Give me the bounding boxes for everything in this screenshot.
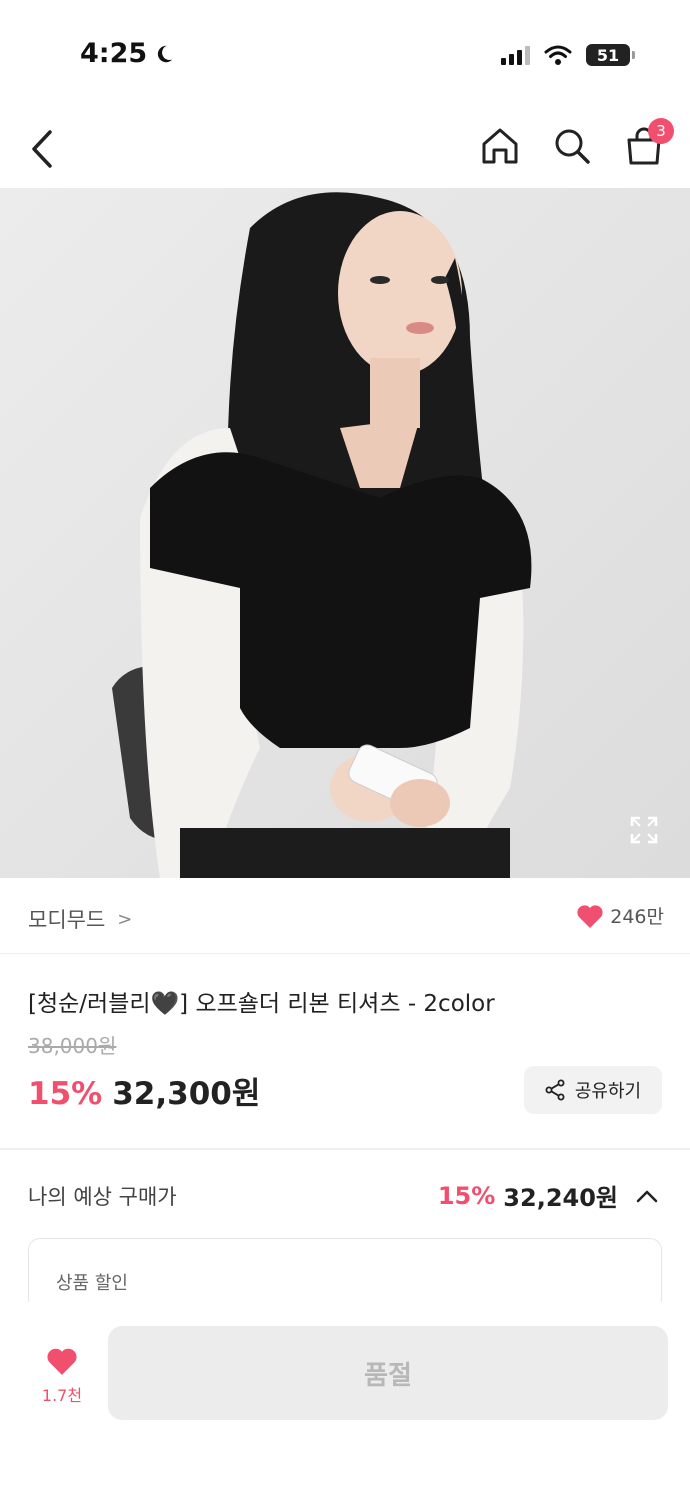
signal-icon — [501, 45, 530, 65]
heart-icon — [47, 1348, 77, 1375]
brand-name: 모디무드 — [28, 908, 106, 932]
share-button[interactable]: 공유하기 — [524, 1066, 662, 1114]
product-image[interactable] — [0, 188, 690, 878]
nav-bar: 3 — [0, 110, 690, 188]
home-icon — [482, 128, 518, 164]
expected-price-row: 나의 예상 구매가 15% 32,240원 — [0, 1150, 690, 1236]
chevron-right-icon: > — [117, 908, 133, 930]
soldout-button[interactable]: 품절 — [108, 1326, 668, 1420]
nav-actions: 3 — [480, 118, 674, 168]
search-button[interactable] — [552, 124, 592, 168]
brand-like-button[interactable]: 246만 — [576, 902, 664, 929]
cart-count-badge: 3 — [648, 118, 674, 144]
status-bar: 4:25 51 — [0, 0, 690, 110]
status-icons: 51 — [501, 44, 635, 66]
wishlist-button[interactable]: 1.7천 — [32, 1346, 92, 1416]
bottom-bar: 1.7천 품절 — [0, 1302, 690, 1500]
product-photo — [0, 188, 690, 878]
discount-rate: 15% — [28, 1076, 103, 1112]
share-label: 공유하기 — [574, 1081, 642, 1102]
status-time: 4:25 — [80, 38, 175, 69]
expected-price-toggle[interactable]: 15% 32,240원 — [438, 1178, 658, 1213]
battery-icon: 51 — [586, 44, 635, 66]
time-text: 4:25 — [80, 38, 148, 69]
product-title: [청순/러블리🖤] 오프숄더 리본 티셔츠 - 2color — [28, 991, 495, 1017]
soldout-label: 품절 — [364, 1360, 412, 1391]
moon-icon — [158, 45, 173, 62]
expected-discount: 15% — [437, 1181, 496, 1210]
wifi-icon — [544, 45, 572, 65]
brand-like-count: 246만 — [610, 906, 664, 928]
chevron-left-icon — [32, 130, 52, 168]
sale-price: 32,300원 — [112, 1076, 261, 1112]
chevron-up-icon — [636, 1190, 658, 1202]
heart-icon — [577, 904, 603, 928]
home-button[interactable] — [480, 124, 520, 168]
back-button[interactable] — [22, 126, 62, 172]
expected-price-value: 32,240원 — [503, 1184, 618, 1212]
original-price: 38,000원 — [28, 1034, 117, 1058]
product-discount-label: 상품 할인 — [56, 1273, 128, 1294]
brand-link[interactable]: 모디무드 > — [28, 904, 132, 934]
expand-image-button[interactable] — [628, 814, 660, 846]
battery-level: 51 — [596, 45, 620, 65]
expected-price-label: 나의 예상 구매가 — [28, 1185, 177, 1209]
wishlist-count: 1.7천 — [41, 1386, 83, 1405]
expand-icon — [630, 816, 658, 844]
cart-button[interactable]: 3 — [624, 118, 674, 168]
search-icon — [555, 129, 590, 164]
price-row: 15% 32,300원 — [28, 1068, 260, 1113]
brand-row: 모디무드 > 246만 — [0, 880, 690, 954]
share-icon — [545, 1079, 565, 1101]
